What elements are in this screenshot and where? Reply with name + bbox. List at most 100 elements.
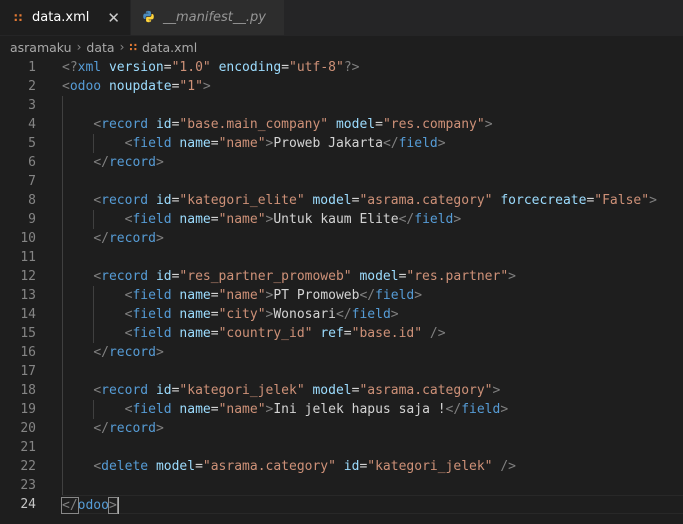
indent-guide	[62, 210, 63, 229]
token-str: "name"	[218, 288, 266, 303]
token-sp	[328, 117, 336, 132]
code-line[interactable]: 24 </odoo>	[0, 495, 683, 514]
indent-guide	[62, 267, 63, 286]
token-str: "asrama.category"	[359, 383, 493, 398]
token-brhl: >	[107, 497, 118, 514]
token-sp	[62, 155, 93, 170]
token-attr: id	[155, 117, 172, 132]
token-eq: =	[163, 60, 172, 75]
code-line[interactable]: 2 <odoo noupdate="1">	[0, 77, 683, 96]
line-number: 5	[28, 136, 36, 151]
token-str: "res_partner_promoweb"	[179, 269, 352, 284]
token-attr: model	[312, 383, 352, 398]
line-number: 18	[20, 383, 36, 398]
token-tag: field	[398, 136, 438, 151]
code-line[interactable]: 23	[0, 476, 683, 495]
indent-guide	[62, 115, 63, 134]
token-br: >	[155, 345, 164, 360]
code-line[interactable]: 18 <record id="kategori_jelek" model="as…	[0, 381, 683, 400]
token-br: </	[359, 288, 376, 303]
code-line[interactable]: 8 <record id="kategori_elite" model="asr…	[0, 191, 683, 210]
code-line[interactable]: 14 <field name="city">Wonosari</field>	[0, 305, 683, 324]
token-br: </	[93, 421, 109, 436]
code-line[interactable]: 21	[0, 438, 683, 457]
tab-manifest-py[interactable]: __manifest__.py	[130, 0, 285, 35]
line-number: 7	[28, 174, 36, 189]
token-tag: record	[101, 269, 149, 284]
indent-guide	[62, 191, 63, 210]
code-line[interactable]: 20 </record>	[0, 419, 683, 438]
tab-data-xml[interactable]: ∷ data.xml ✕	[0, 0, 131, 35]
code-line[interactable]: 10 </record>	[0, 229, 683, 248]
token-str: "city"	[218, 307, 266, 322]
code-content: <field name="name">Proweb Jakarta</field…	[62, 134, 683, 153]
token-attr: model	[359, 269, 399, 284]
indent-guide	[93, 134, 95, 153]
code-editor[interactable]: 1 <?xml version="1.0" encoding="utf-8"?> 2…	[0, 58, 683, 514]
code-line[interactable]: 12 <record id="res_partner_promoweb" mod…	[0, 267, 683, 286]
line-number: 16	[20, 345, 36, 360]
token-br: <	[93, 117, 102, 132]
token-sp	[62, 459, 93, 474]
line-number: 24	[20, 497, 36, 512]
token-str: "res.partner"	[406, 269, 509, 284]
chevron-right-icon: ›	[119, 40, 125, 54]
token-str: "base.id"	[351, 326, 423, 341]
breadcrumb-item-data-xml[interactable]: data.xml	[142, 40, 197, 55]
token-eq: =	[210, 402, 219, 417]
token-str: "res.company"	[382, 117, 485, 132]
line-number: 10	[20, 231, 36, 246]
token-br: >	[649, 193, 657, 208]
breadcrumb-item-data[interactable]: data	[86, 40, 114, 55]
token-br: >	[202, 79, 211, 94]
text-cursor	[116, 497, 119, 514]
token-eq: =	[210, 307, 219, 322]
code-line[interactable]: 19 <field name="name">Ini jelek hapus sa…	[0, 400, 683, 419]
token-tag: field	[461, 402, 501, 417]
code-content: </record>	[62, 343, 683, 362]
code-line[interactable]: 1 <?xml version="1.0" encoding="utf-8"?>	[0, 58, 683, 77]
token-tag: odoo	[69, 79, 102, 94]
code-line[interactable]: 22 <delete model="asrama.category" id="k…	[0, 457, 683, 476]
code-line[interactable]: 17	[0, 362, 683, 381]
code-line[interactable]: 6 </record>	[0, 153, 683, 172]
token-eq: =	[195, 459, 203, 474]
code-line[interactable]: 4 <record id="base.main_company" model="…	[0, 115, 683, 134]
code-line[interactable]: 16 </record>	[0, 343, 683, 362]
token-str: "utf-8"	[289, 60, 344, 75]
token-str: "base.main_company"	[179, 117, 329, 132]
line-number: 2	[28, 79, 36, 94]
code-content: <field name="city">Wonosari</field>	[62, 305, 683, 324]
code-content: </odoo>	[61, 495, 683, 514]
code-content	[62, 438, 683, 457]
close-icon[interactable]: ✕	[107, 9, 120, 27]
token-tag: field	[132, 288, 172, 303]
code-line[interactable]: 9 <field name="name">Untuk kaum Elite</f…	[0, 210, 683, 229]
indent-guide	[62, 153, 63, 172]
code-line[interactable]: 11	[0, 248, 683, 267]
line-number: 17	[20, 364, 36, 379]
token-br: >	[390, 307, 399, 322]
code-line[interactable]: 13 <field name="name">PT Promoweb</field…	[0, 286, 683, 305]
token-sp	[422, 326, 430, 341]
token-str: "name"	[218, 402, 266, 417]
token-tag: record	[108, 231, 156, 246]
token-tag: field	[132, 326, 172, 341]
code-line[interactable]: 15 <field name="country_id" ref="base.id…	[0, 324, 683, 343]
code-line[interactable]: 5 <field name="name">Proweb Jakarta</fie…	[0, 134, 683, 153]
indent-guide	[62, 324, 63, 343]
indent-guide	[62, 343, 63, 362]
token-attr: name	[179, 212, 211, 227]
line-number: 20	[20, 421, 36, 436]
token-br: <	[93, 269, 102, 284]
code-content	[62, 248, 683, 267]
token-txt: PT Promoweb	[273, 288, 360, 303]
code-line[interactable]: 3	[0, 96, 683, 115]
code-line[interactable]: 7	[0, 172, 683, 191]
indent-guide	[62, 400, 63, 419]
indent-guide	[62, 419, 63, 438]
indent-guide	[62, 457, 63, 476]
breadcrumb-item-asramaku[interactable]: asramaku	[10, 40, 72, 55]
token-br: <	[93, 193, 102, 208]
token-str: "1.0"	[171, 60, 211, 75]
